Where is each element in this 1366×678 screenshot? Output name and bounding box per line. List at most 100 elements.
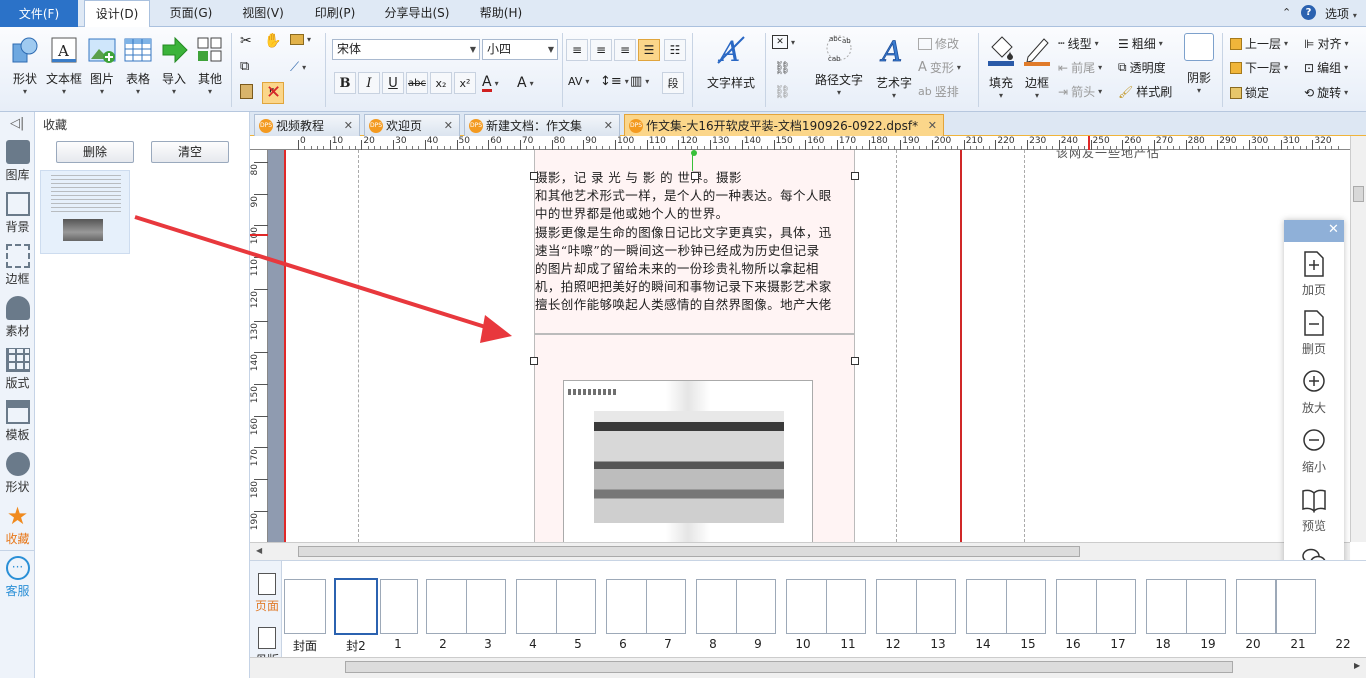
unlink-button[interactable]: ⛓: [774, 85, 791, 100]
sidebar-item-support[interactable]: ··· 客服: [0, 556, 35, 599]
sidebar-item-border[interactable]: 边框: [0, 244, 35, 287]
sidebar-item-template[interactable]: 模板: [0, 400, 35, 443]
text-style-button[interactable]: A 文字样式: [700, 33, 762, 91]
columns-button[interactable]: ▥ ▾: [630, 74, 649, 89]
page-thumbnail[interactable]: [380, 579, 418, 634]
delete-button[interactable]: ✕: [266, 82, 281, 103]
resize-handle[interactable]: [530, 357, 538, 365]
delete-favorite-button[interactable]: 删除: [56, 141, 134, 163]
shadow-button[interactable]: 阴影 ▾: [1180, 33, 1218, 95]
favorite-thumbnail[interactable]: [40, 170, 130, 254]
tab-video-tutorial[interactable]: DPS 视频教程 ✕: [254, 114, 360, 136]
image-frame[interactable]: [534, 334, 855, 542]
sidebar-item-background[interactable]: 背景: [0, 192, 35, 235]
vertical-scrollbar[interactable]: [1350, 136, 1366, 542]
menu-print[interactable]: 印刷(P): [304, 0, 366, 27]
path-text-button[interactable]: abc ab cab 路径文字 ▾: [810, 31, 868, 97]
align-button[interactable]: ⊫ 对齐 ▾: [1304, 35, 1348, 52]
collapse-sidebar-icon[interactable]: ◁|: [10, 116, 24, 131]
cut-button[interactable]: ✂: [240, 33, 252, 49]
scroll-thumb[interactable]: [1353, 186, 1364, 202]
close-icon[interactable]: ✕: [344, 119, 353, 132]
fill-button[interactable]: 填充 ▾: [984, 33, 1018, 100]
line-spacing-button[interactable]: ↕≡ ▾: [600, 74, 629, 89]
image-button[interactable]: 图片 ▾: [86, 35, 118, 96]
close-icon[interactable]: ✕: [604, 119, 613, 132]
arrow-tail-button[interactable]: ⇤ 前尾 ▾: [1058, 59, 1102, 76]
scroll-thumb[interactable]: [345, 661, 1233, 673]
scroll-left-icon[interactable]: ◀: [256, 546, 262, 555]
page-thumbnail[interactable]: [1146, 579, 1226, 634]
font-family-select[interactable]: 宋体 ▼: [332, 39, 480, 60]
sidebar-item-favorites[interactable]: ★ 收藏: [0, 504, 35, 547]
thumb-scrollbar[interactable]: ▶: [250, 657, 1366, 678]
style-brush-button[interactable]: 🖌 样式刷: [1118, 83, 1172, 100]
resize-handle[interactable]: [691, 172, 699, 180]
align-center-button[interactable]: ≡: [590, 39, 612, 61]
options-menu[interactable]: 选项 ▾: [1325, 5, 1357, 22]
page-thumbnail[interactable]: [696, 579, 776, 634]
font-color-button[interactable]: A ▾: [482, 75, 499, 92]
import-button[interactable]: 导入 ▾: [158, 35, 190, 96]
modify-button[interactable]: 修改: [918, 35, 959, 52]
close-icon[interactable]: ✕: [1328, 222, 1339, 237]
page-thumbnail[interactable]: [786, 579, 866, 634]
menu-share[interactable]: 分享导出(S): [376, 0, 458, 27]
font-size-adjust-button[interactable]: A ▾: [517, 75, 534, 91]
pan-button[interactable]: ✋: [264, 33, 281, 49]
menu-design[interactable]: 设计(D): [84, 0, 150, 28]
close-icon[interactable]: ✕: [444, 119, 453, 132]
page-thumbnail[interactable]: [516, 579, 596, 634]
scroll-thumb[interactable]: [298, 546, 1080, 557]
page-thumbnail[interactable]: [1056, 579, 1136, 634]
collapse-ribbon-icon[interactable]: ⌃: [1282, 6, 1291, 19]
page-thumbnail[interactable]: [284, 579, 326, 634]
align-left-button[interactable]: ≡: [566, 39, 588, 61]
sidebar-item-material[interactable]: 素材: [0, 296, 35, 339]
send-backward-button[interactable]: 下一层 ▾: [1230, 59, 1288, 76]
sidebar-item-gallery[interactable]: 图库: [0, 140, 35, 183]
other-button[interactable]: 其他 ▾: [193, 35, 227, 96]
link-button[interactable]: ⛓: [774, 61, 791, 76]
page-thumbnail[interactable]: [966, 579, 1046, 634]
page-thumbnail[interactable]: [876, 579, 956, 634]
underline-button[interactable]: U: [382, 72, 404, 94]
page-thumbnail[interactable]: [334, 578, 378, 635]
sidebar-item-shape[interactable]: 形状: [0, 452, 35, 495]
menu-file[interactable]: 文件(F): [0, 0, 78, 27]
sidebar-item-layout[interactable]: 版式: [0, 348, 35, 391]
justify-button[interactable]: ☰: [638, 39, 660, 61]
table-button[interactable]: 表格 ▾: [121, 35, 155, 96]
add-page-button[interactable]: 加页: [1284, 250, 1344, 298]
pages-tab[interactable]: 页面: [253, 573, 281, 614]
line-type-button[interactable]: ┅ 线型 ▾: [1058, 35, 1099, 52]
horizontal-scrollbar[interactable]: ◀: [250, 542, 1350, 560]
menu-page[interactable]: 页面(G): [160, 0, 222, 27]
art-text-button[interactable]: A 艺术字 ▾: [872, 33, 916, 100]
group-button[interactable]: ⊡ 编组 ▾: [1304, 59, 1348, 76]
char-spacing-button[interactable]: AV ▾: [568, 75, 589, 88]
font-size-select[interactable]: 小四 ▼: [482, 39, 558, 60]
page-thumbnail[interactable]: [606, 579, 686, 634]
tab-new-document[interactable]: DPS 新建文档：作文集 ✕: [464, 114, 620, 136]
arrow-head-button[interactable]: ⇥ 箭头 ▾: [1058, 83, 1102, 100]
vertical-text-button[interactable]: ab 竖排: [918, 83, 959, 100]
tab-active-document[interactable]: DPS 作文集-大16开软皮平装-文档190926-0922.dpsf* ✕: [624, 114, 944, 136]
transparency-button[interactable]: ⧉ 透明度: [1118, 59, 1166, 76]
image-tool-button[interactable]: ▾: [290, 34, 311, 45]
subscript-button[interactable]: x₂: [430, 72, 452, 94]
menu-view[interactable]: 视图(V): [232, 0, 294, 27]
distribute-button[interactable]: ☷: [664, 39, 686, 61]
preview-button[interactable]: 预览: [1284, 486, 1344, 534]
textbox-button[interactable]: A 文本框 ▾: [44, 35, 84, 96]
deform-button[interactable]: A 变形 ▾: [918, 59, 961, 76]
delete-page-button[interactable]: 删页: [1284, 309, 1344, 357]
clear-favorites-button[interactable]: 清空: [151, 141, 229, 163]
copy-button[interactable]: ⧉: [240, 59, 249, 74]
shape-button[interactable]: 形状 ▾: [6, 35, 44, 96]
text-tool-a[interactable]: ✕ ▾: [772, 35, 795, 49]
page-thumbnail[interactable]: [426, 579, 506, 634]
scroll-right-icon[interactable]: ▶: [1354, 661, 1360, 670]
tab-welcome[interactable]: DPS 欢迎页 ✕: [364, 114, 460, 136]
superscript-button[interactable]: x²: [454, 72, 476, 94]
